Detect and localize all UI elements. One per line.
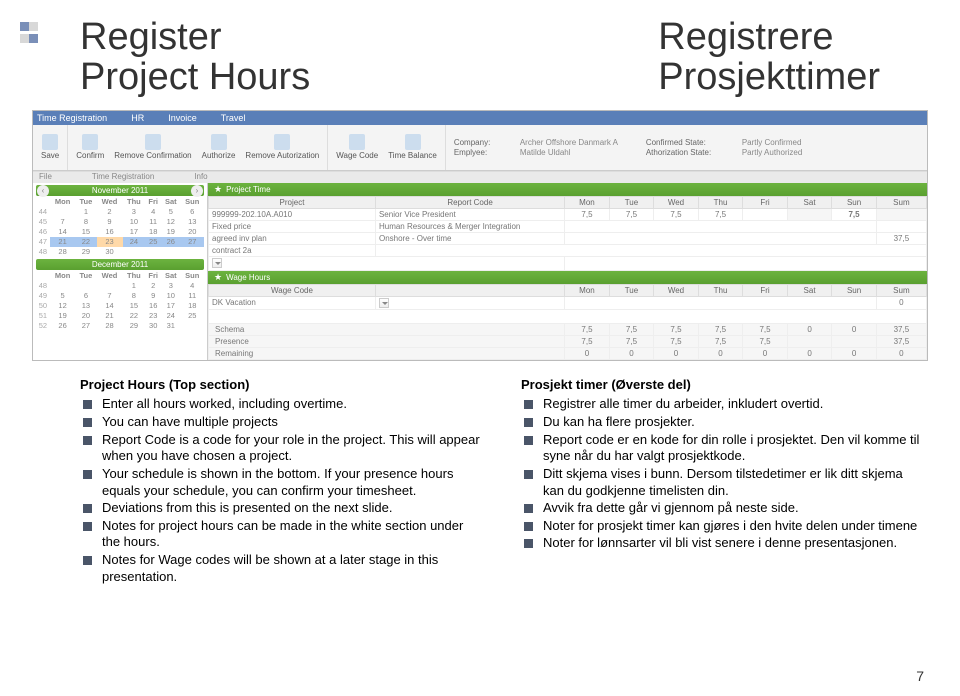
list-item: Avvik fra dette går vi gjennom på neste … [521,500,922,517]
tab-invoice[interactable]: Invoice [168,113,197,123]
star-icon: ★ [214,184,222,195]
list-item: Notes for project hours can be made in t… [80,518,481,551]
wage-dropdown[interactable] [379,298,389,308]
tab-travel[interactable]: Travel [221,113,246,123]
calendar-1-header: ‹ November 2011 › [36,185,204,196]
slide-titles: RegisterProject Hours RegistrereProsjekt… [0,0,960,104]
timesheet-app: Time Registration HR Invoice Travel Save… [32,110,928,361]
project-cell[interactable]: 999999-202.10A.A010 [209,208,376,220]
authorize-button[interactable]: Authorize [202,134,236,160]
list-item: Enter all hours worked, including overti… [80,396,481,413]
tab-hr[interactable]: HR [131,113,144,123]
remove-confirmation-button[interactable]: Remove Confirmation [114,134,191,160]
confirmed-state-label: Confirmed State: [646,138,736,147]
calendar-1[interactable]: MonTueWedThuFriSatSun4412345645789101112… [36,197,204,257]
auth-state-label: Athorization State: [646,148,736,157]
prev-month-button[interactable]: ‹ [37,185,49,197]
tag-icon [349,134,365,150]
calendar-2[interactable]: MonTueWedThuFriSatSun4812344956789101150… [36,271,204,331]
wage-code-button[interactable]: Wage Code [336,134,378,160]
notes-columns: Project Hours (Top section) Enter all ho… [0,367,960,587]
toolbar-group-labels: File Time Registration Info [33,171,927,183]
notes-right-heading: Prosjekt timer (Øverste del) [521,377,922,394]
list-item: Ditt skjema vises i bunn. Dersom tilsted… [521,466,922,499]
remove-authorization-button[interactable]: Remove Autorization [245,134,319,160]
employee-value: Matilde Uldahl [520,148,640,157]
title-left: RegisterProject Hours [80,18,310,98]
list-item: Notes for Wage codes will be shown at a … [80,552,481,585]
wage-hours-grid[interactable]: Wage CodeMonTueWedThuFriSatSunSumDK Vaca… [208,284,927,360]
slide-decoration [20,22,38,46]
list-item: Your schedule is shown in the bottom. If… [80,466,481,499]
page-number: 7 [916,668,924,684]
title-right: RegistrereProsjekttimer [658,18,880,98]
clock-icon [405,134,421,150]
notes-right: Prosjekt timer (Øverste del) Registrer a… [521,377,922,587]
project-time-header: ★Project Time [208,183,927,196]
confirmed-state-value: Partly Confirmed [742,138,832,147]
star-icon: ★ [214,272,222,283]
list-item: Registrer alle timer du arbeider, inklud… [521,396,922,413]
undo-check-icon [145,134,161,150]
project-dropdown[interactable] [212,258,222,268]
toolbar: Save Confirm Remove Confirmation Authori… [33,125,927,171]
calendar-2-header: December 2011 [36,259,204,270]
company-value: Archer Offshore Danmark A [520,138,640,147]
calendar-panel: ‹ November 2011 › MonTueWedThuFriSatSun4… [33,183,208,360]
disk-icon [42,134,58,150]
next-month-button[interactable]: › [191,185,203,197]
titlebar-label: Time Registration [37,113,107,123]
notes-left-heading: Project Hours (Top section) [80,377,481,394]
notes-left: Project Hours (Top section) Enter all ho… [80,377,481,587]
list-item: Report Code is a code for your role in t… [80,432,481,465]
list-item: Deviations from this is presented on the… [80,500,481,517]
list-item: You can have multiple projects [80,414,481,431]
check-icon [82,134,98,150]
undo-shield-icon [274,134,290,150]
confirm-button[interactable]: Confirm [76,134,104,160]
list-item: Du kan ha flere prosjekter. [521,414,922,431]
wage-code-cell[interactable]: DK Vacation [209,296,376,309]
employee-label: Emplyee: [454,148,514,157]
list-item: Noter for prosjekt timer kan gjøres i de… [521,518,922,535]
app-titlebar: Time Registration HR Invoice Travel [33,111,927,125]
list-item: Report code er en kode for din rolle i p… [521,432,922,465]
toolbar-info: Company: Archer Offshore Danmark A Confi… [446,125,927,170]
project-time-grid[interactable]: ProjectReport CodeMonTueWedThuFriSatSunS… [208,196,927,271]
auth-state-value: Partly Authorized [742,148,832,157]
company-label: Company: [454,138,514,147]
shield-icon [211,134,227,150]
save-button[interactable]: Save [41,134,59,160]
list-item: Noter for lønnsarter vil bli vist senere… [521,535,922,552]
wage-hours-header: ★Wage Hours [208,271,927,284]
time-balance-button[interactable]: Time Balance [388,134,437,160]
